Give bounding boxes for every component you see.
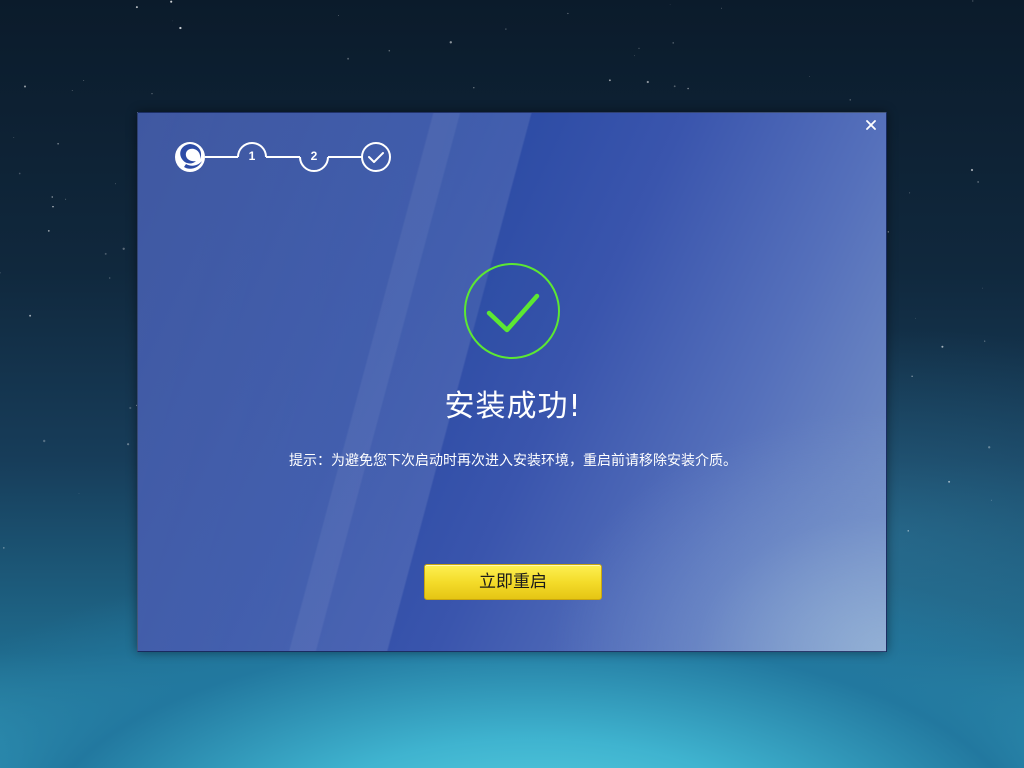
star	[170, 0, 173, 3]
star	[687, 87, 689, 90]
star	[449, 41, 452, 44]
star	[57, 143, 59, 145]
star	[646, 80, 649, 84]
star	[0, 272, 1, 274]
star	[24, 85, 26, 88]
star	[122, 247, 125, 250]
star	[129, 406, 132, 410]
close-icon[interactable]	[864, 118, 878, 132]
desktop-background: 1 2 安装成功! 提示：为避免您下次启动时再次进入安装环境，重启前请移除安装介…	[0, 0, 1024, 768]
star	[109, 277, 111, 279]
star	[179, 26, 182, 30]
star	[172, 20, 174, 22]
star	[941, 345, 944, 348]
star	[473, 86, 475, 89]
star	[104, 252, 107, 255]
star	[608, 79, 611, 82]
check-circle-icon	[464, 263, 560, 359]
star	[887, 231, 889, 233]
success-title: 安装成功!	[444, 389, 582, 424]
star	[52, 205, 54, 208]
star	[669, 3, 671, 5]
star	[672, 42, 674, 44]
install-complete-dialog: 1 2 安装成功! 提示：为避免您下次启动时再次进入安装环境，重启前请移除安装介…	[137, 112, 887, 652]
star	[634, 55, 635, 57]
star	[151, 93, 153, 95]
star	[984, 340, 986, 342]
star	[135, 6, 138, 9]
star	[29, 314, 32, 317]
check-icon	[361, 142, 391, 172]
star	[970, 168, 974, 172]
star	[338, 15, 339, 16]
star	[849, 99, 851, 101]
star	[47, 229, 50, 232]
star	[915, 317, 916, 319]
star	[567, 12, 569, 15]
star	[990, 499, 992, 501]
star	[65, 198, 67, 200]
star	[347, 57, 350, 60]
star	[988, 446, 991, 449]
restart-now-button[interactable]: 立即重启	[424, 564, 602, 600]
star	[673, 85, 676, 88]
star	[909, 192, 911, 194]
step-1-label: 1	[249, 149, 256, 163]
step-2-label: 2	[311, 149, 318, 163]
star	[71, 90, 73, 91]
star	[972, 0, 974, 2]
star	[720, 7, 722, 9]
star	[83, 80, 85, 82]
star	[911, 375, 913, 377]
star	[2, 547, 5, 549]
star	[809, 76, 810, 77]
star	[977, 181, 979, 183]
star	[638, 47, 640, 50]
star	[982, 287, 983, 289]
star	[948, 480, 951, 483]
star	[115, 183, 116, 185]
star	[51, 196, 53, 198]
star	[388, 49, 391, 52]
star	[505, 28, 507, 30]
star	[907, 530, 909, 532]
star	[126, 443, 130, 446]
star	[78, 493, 80, 494]
logo-icon	[175, 142, 205, 172]
star	[13, 136, 15, 138]
progress-stepper: 1 2	[175, 142, 391, 172]
star	[43, 439, 46, 443]
hint-text: 提示：为避免您下次启动时再次进入安装环境，重启前请移除安装介质。	[289, 453, 737, 469]
star	[18, 172, 21, 175]
